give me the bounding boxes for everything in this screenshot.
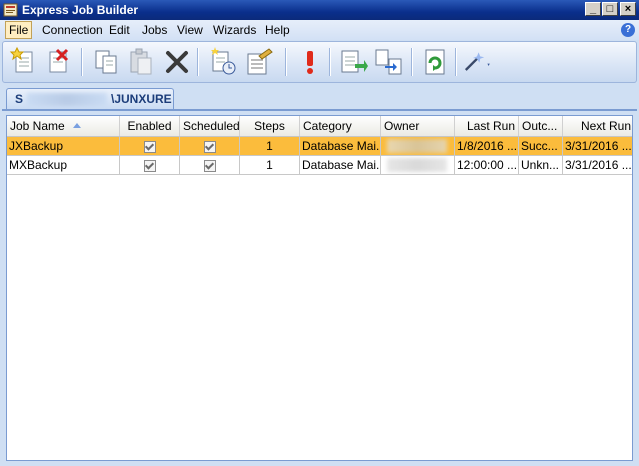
tab-panel-divider bbox=[2, 109, 637, 111]
new-schedule-icon[interactable] bbox=[207, 46, 239, 78]
cell-owner[interactable] bbox=[381, 137, 455, 156]
toolbar-separator bbox=[411, 48, 413, 76]
column-header-last-run[interactable]: Last Run bbox=[455, 116, 519, 136]
toolbar-separator bbox=[197, 48, 199, 76]
menu-view[interactable]: View bbox=[177, 23, 203, 37]
app-icon bbox=[3, 3, 18, 17]
cell-owner[interactable] bbox=[381, 156, 455, 175]
redacted-owner bbox=[387, 158, 447, 172]
job-grid: Job Name Enabled Scheduled Steps Categor… bbox=[6, 115, 633, 461]
maximize-button[interactable]: □ bbox=[602, 2, 618, 16]
script-icon[interactable] bbox=[337, 46, 369, 78]
properties-icon[interactable] bbox=[243, 46, 275, 78]
sort-ascending-icon bbox=[73, 123, 81, 128]
column-header-category[interactable]: Category bbox=[300, 116, 381, 136]
column-header-job-name[interactable]: Job Name bbox=[7, 116, 120, 136]
redacted-owner bbox=[387, 139, 447, 153]
cell-last-run[interactable]: 1/8/2016 ... bbox=[455, 137, 519, 156]
toolbar-separator bbox=[455, 48, 457, 76]
new-job-icon[interactable] bbox=[9, 46, 41, 78]
cell-enabled[interactable] bbox=[120, 156, 180, 175]
window-title: Express Job Builder bbox=[22, 3, 139, 17]
cell-last-run[interactable]: 12:00:00 ... bbox=[455, 156, 519, 175]
column-header-steps[interactable]: Steps bbox=[240, 116, 300, 136]
toolbar-separator bbox=[285, 48, 287, 76]
menu-jobs[interactable]: Jobs bbox=[142, 23, 167, 37]
column-header-outcome[interactable]: Outc... bbox=[519, 116, 563, 136]
cell-steps[interactable]: 1 bbox=[240, 156, 300, 175]
cell-next-run[interactable]: 3/31/2016 ... bbox=[563, 137, 632, 156]
menu-bar: File Connection Edit Jobs View Wizards H… bbox=[0, 20, 639, 40]
table-row[interactable]: MXBackup 1 Database Mai... 12:00:00 ... … bbox=[7, 156, 632, 175]
toolbar-separator bbox=[81, 48, 83, 76]
column-header-owner[interactable]: Owner bbox=[381, 116, 455, 136]
scheduled-checkbox[interactable] bbox=[203, 140, 216, 153]
cell-enabled[interactable] bbox=[120, 137, 180, 156]
menu-file[interactable]: File bbox=[5, 21, 33, 39]
grid-header: Job Name Enabled Scheduled Steps Categor… bbox=[7, 116, 632, 137]
menu-help[interactable]: Help bbox=[265, 23, 290, 37]
cell-outcome[interactable]: Unkn... bbox=[519, 156, 563, 175]
help-icon[interactable]: ? bbox=[621, 23, 635, 37]
scheduled-checkbox[interactable] bbox=[203, 159, 216, 172]
cell-scheduled[interactable] bbox=[180, 137, 240, 156]
app-window: Express Job Builder _ □ × File Connectio… bbox=[0, 0, 639, 466]
cell-scheduled[interactable] bbox=[180, 156, 240, 175]
table-row[interactable]: JXBackup 1 Database Mai... 1/8/2016 ... … bbox=[7, 137, 632, 156]
cell-category[interactable]: Database Mai... bbox=[300, 137, 381, 156]
menu-wizards[interactable]: Wizards bbox=[213, 23, 256, 37]
cell-category[interactable]: Database Mai... bbox=[300, 156, 381, 175]
cancel-x-icon[interactable] bbox=[161, 46, 193, 78]
copy-icon[interactable] bbox=[91, 46, 123, 78]
toolbar-separator bbox=[329, 48, 331, 76]
paste-icon[interactable] bbox=[125, 46, 157, 78]
column-header-next-run[interactable]: Next Run bbox=[563, 116, 632, 136]
redacted-text bbox=[27, 93, 107, 106]
menu-edit[interactable]: Edit bbox=[109, 23, 130, 37]
column-header-enabled[interactable]: Enabled bbox=[120, 116, 180, 136]
toolbar bbox=[2, 41, 637, 83]
tab-server-suffix: \JUNXURE bbox=[111, 92, 172, 106]
enabled-checkbox[interactable] bbox=[143, 140, 156, 153]
delete-job-icon[interactable] bbox=[43, 46, 75, 78]
column-header-scheduled[interactable]: Scheduled bbox=[180, 116, 240, 136]
cell-next-run[interactable]: 3/31/2016 ... bbox=[563, 156, 632, 175]
close-button[interactable]: × bbox=[620, 2, 636, 16]
cell-job-name[interactable]: MXBackup bbox=[7, 156, 120, 175]
wand-icon[interactable] bbox=[461, 46, 493, 78]
cell-steps[interactable]: 1 bbox=[240, 137, 300, 156]
enabled-checkbox[interactable] bbox=[143, 159, 156, 172]
alert-icon[interactable] bbox=[294, 46, 326, 78]
tab-server[interactable]: S \JUNXURE bbox=[6, 88, 174, 110]
menu-connection[interactable]: Connection bbox=[42, 23, 103, 37]
cell-job-name[interactable]: JXBackup bbox=[7, 137, 120, 156]
transfer-icon[interactable] bbox=[373, 46, 405, 78]
tab-server-prefix: S bbox=[15, 92, 24, 106]
minimize-button[interactable]: _ bbox=[585, 2, 601, 16]
cell-outcome[interactable]: Succ... bbox=[519, 137, 563, 156]
document-refresh-icon[interactable] bbox=[419, 46, 451, 78]
title-bar[interactable]: Express Job Builder _ □ × bbox=[0, 0, 639, 20]
